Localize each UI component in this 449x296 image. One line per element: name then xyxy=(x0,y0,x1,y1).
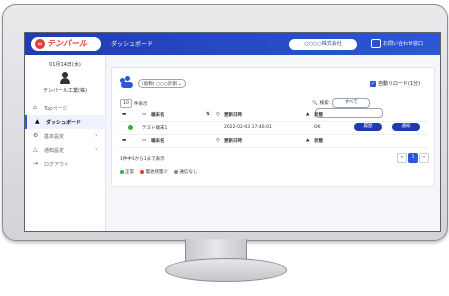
sidebar-item-top[interactable]: ⌂ Topページ xyxy=(25,101,105,115)
terminal-name: テスト端末1 xyxy=(142,126,168,131)
clock-icon: ◷ xyxy=(216,138,220,143)
legend-item-no-signal: 通信なし xyxy=(174,169,198,175)
logo-mark-icon: ∞ xyxy=(35,39,45,49)
column-terminal-name[interactable]: 端末名 xyxy=(151,112,165,118)
page-1-button[interactable]: 1 xyxy=(408,153,418,163)
prev-page-button[interactable]: « xyxy=(397,153,407,163)
footer-terminal-name: 端末名 xyxy=(151,139,165,144)
checkbox-checked-icon: ✓ xyxy=(370,80,376,87)
chevron-down-icon: ⌄ xyxy=(177,81,182,87)
company-badge: ○○○○株式会社 xyxy=(289,39,357,50)
top-header: ∞ テンバール ダッシュボード ○○○○株式会社 お問い合わせ窓口 xyxy=(25,33,440,55)
search-icon: 🔍 xyxy=(312,100,318,106)
battery-icon: ▬ xyxy=(122,112,127,117)
legend-label: 通信なし xyxy=(179,170,198,175)
history-button[interactable]: 履歴 xyxy=(354,123,382,131)
auto-reload-toggle[interactable]: ✓ 自動リロード(1分) xyxy=(370,80,420,87)
warning-icon: ▲ xyxy=(306,138,310,143)
bell-icon: △ xyxy=(33,146,38,153)
user-icon xyxy=(60,72,70,84)
group-select-value: (仮称) ○○○計測 xyxy=(142,82,177,87)
chart-icon: ▲ xyxy=(35,118,40,125)
footer-updated-at: 更新日時 xyxy=(224,139,242,144)
logo-text: テンバール xyxy=(47,39,87,48)
home-icon: ⌂ xyxy=(33,104,37,111)
table-footer: ▬ ▭ 端末名 ◷ 更新日時 ▲ 状態 xyxy=(118,134,428,148)
per-page-control: 10 件表示 xyxy=(120,99,148,108)
column-status[interactable]: 状態 xyxy=(314,112,323,118)
green-dot-icon xyxy=(120,169,124,174)
battery-icon: ▬ xyxy=(122,138,127,143)
sort-icon[interactable]: ⇅ xyxy=(206,112,210,117)
clock-icon: ◷ xyxy=(216,112,220,117)
contact-link[interactable]: お問い合わせ窓口 xyxy=(371,38,437,51)
device-panel: (仮称) ○○○計測 ⌄ ✓ 自動リロード(1分) 10 件表示 🔍 検索: すべて ▬… xyxy=(111,67,435,187)
red-dot-icon xyxy=(140,169,145,174)
chevron-right-icon: › xyxy=(95,146,98,153)
sidebar-item-label: Topページ xyxy=(44,106,68,112)
sidebar: 01月14日(水) テンバール工業(株) ⌂ Topページ ▲ ダッシュボード … xyxy=(25,55,107,231)
status-ok-dot xyxy=(128,125,133,130)
sidebar-item-label: ログアウト xyxy=(44,162,70,168)
screen: ∞ テンバール ダッシュボード ○○○○株式会社 お問い合わせ窓口 01月14日… xyxy=(24,32,441,232)
gray-dot-icon xyxy=(174,169,179,174)
gear-icon: ⚙ xyxy=(33,132,39,139)
current-date: 01月14日(水) xyxy=(49,62,81,68)
table-header: ▬ ▭ 端末名 ⇅ ◷ 更新日時 ▲ 状態 xyxy=(118,108,428,122)
terminal-icon: ▭ xyxy=(142,138,147,143)
logo[interactable]: ∞ テンバール xyxy=(31,37,101,51)
group-select[interactable]: (仮称) ○○○計測 ⌄ xyxy=(138,79,186,88)
table-row[interactable]: テスト端末1 2022-02-03 17:46:01 OK 履歴 通知 xyxy=(118,121,428,135)
sidebar-item-basic-settings[interactable]: ⚙ 基本設定 › xyxy=(25,129,105,143)
legend-label: 正常 xyxy=(125,170,134,175)
group-icon xyxy=(120,76,134,88)
auto-reload-label: 自動リロード(1分) xyxy=(378,81,421,87)
sidebar-item-label: 基本設定 xyxy=(44,134,65,140)
notify-button[interactable]: 通知 xyxy=(392,123,420,131)
chevron-right-icon: › xyxy=(95,132,98,139)
logout-icon: ⇥ xyxy=(33,160,39,167)
column-updated-at[interactable]: 更新日時 xyxy=(224,112,242,118)
user-name: テンバール工業(株) xyxy=(43,88,87,94)
footer-status: 状態 xyxy=(314,139,323,144)
sidebar-item-logout[interactable]: ⇥ ログアウト xyxy=(25,157,105,171)
mail-icon xyxy=(371,39,381,48)
legend-item-low-battery: 電池残量少 xyxy=(140,169,168,175)
search-filter-select[interactable]: すべて xyxy=(332,98,371,108)
pagination: «1» xyxy=(397,153,430,163)
monitor-bezel: ∞ テンバール ダッシュボード ○○○○株式会社 お問い合わせ窓口 01月14日… xyxy=(2,4,448,241)
updated-at: 2022-02-03 17:46:01 xyxy=(224,125,272,130)
per-page-select[interactable]: 10 xyxy=(120,99,132,108)
legend-item-ok: 正常 xyxy=(120,169,134,175)
sidebar-item-notify-settings[interactable]: △ 通知設定 › xyxy=(25,143,105,157)
page-title: ダッシュボード xyxy=(111,41,154,48)
status-value: OK xyxy=(314,125,321,130)
status-legend: 正常 電池残量少 通信なし xyxy=(120,169,202,175)
legend-label: 電池残量少 xyxy=(145,170,168,175)
sidebar-item-label: ダッシュボード xyxy=(46,120,82,126)
contact-label: お問い合わせ窓口 xyxy=(383,41,424,47)
sidebar-item-label: 通知設定 xyxy=(44,148,65,154)
record-count: 1件中1から1まで表示 xyxy=(120,157,165,162)
next-page-button[interactable]: » xyxy=(419,153,429,163)
search-label: 検索: xyxy=(319,101,331,106)
per-page-label: 件表示 xyxy=(134,102,148,107)
terminal-icon: ▭ xyxy=(142,112,147,117)
sidebar-item-dashboard[interactable]: ▲ ダッシュボード xyxy=(25,115,107,129)
monitor-stand xyxy=(165,258,287,282)
warning-icon: ▲ xyxy=(306,112,310,117)
